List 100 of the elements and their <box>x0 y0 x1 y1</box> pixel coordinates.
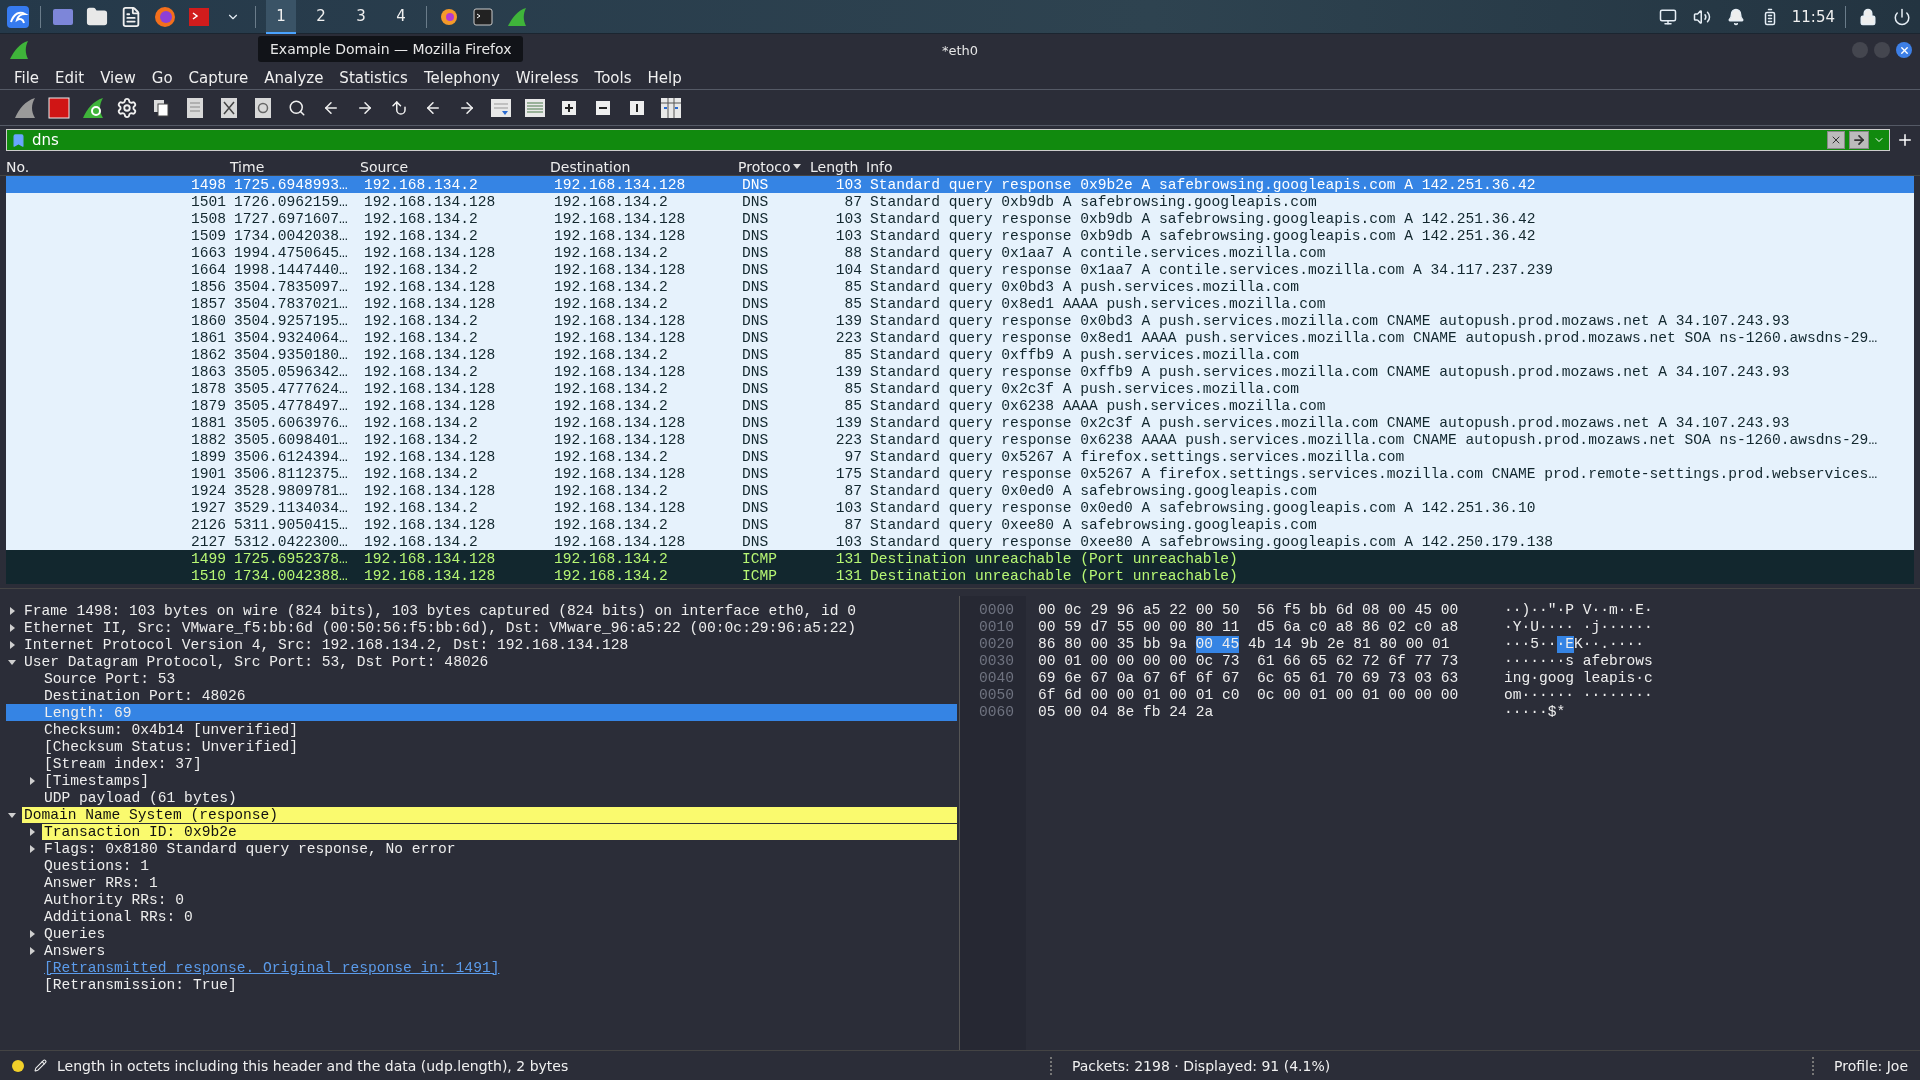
packet-row[interactable]: 1510 1734.0042388… 192.168.134.128 192.168.134.2 ICMP 131 Destination unreachable (Port unreachable) <box>6 567 1914 584</box>
packet-row[interactable]: 1879 3505.4778497… 192.168.134.128 192.168.134.2 DNS 85 Standard query 0x6238 AAAA push.services.mozilla.com <box>6 397 1914 414</box>
plus-icon[interactable] <box>1896 131 1914 149</box>
table-cell-text: 3504.7837021… <box>233 295 349 312</box>
packet-row[interactable]: 1862 3504.9350180… 192.168.134.128 192.168.134.2 DNS 85 Standard query 0xffb9 A push.services.mozilla.com <box>6 346 1914 363</box>
table-cell-text: 192.168.134.128 <box>363 482 497 499</box>
offset-label: 0010 <box>978 619 1014 636</box>
tree-row[interactable]: Answers <box>6 942 957 959</box>
column-header[interactable]: Destination <box>544 158 732 175</box>
menu-item[interactable]: File <box>8 68 46 87</box>
packet-row[interactable]: 1501 1726.0962159… 192.168.134.128 192.168.134.2 DNS 87 Standard query 0xb9db A safebrowsing.googleapis.com <box>6 193 1914 210</box>
profile-label[interactable]: Profile: Joe <box>1834 1057 1908 1074</box>
menu-item[interactable]: Telephony <box>417 68 506 87</box>
menu-item[interactable]: Edit <box>49 68 91 87</box>
table-cell-text: 85 <box>843 278 863 295</box>
tree-row[interactable]: Answer RRs: 1 <box>6 874 957 891</box>
packet-row[interactable]: 1508 1727.6971607… 192.168.134.2 192.168.134.128 DNS 103 Standard query response 0xb9db A safebrowsing.googleapis.com A 142.251.36.42 <box>6 210 1914 227</box>
shark-fin-icon[interactable] <box>12 95 37 120</box>
table-cell-text: 192.168.134.2 <box>553 397 669 414</box>
packet-row[interactable]: 1663 1994.4750645… 192.168.134.128 192.168.134.2 DNS 88 Standard query 0x1aa7 A contile.services.mozilla.com <box>6 244 1914 261</box>
packet-row[interactable]: 1899 3506.6124394… 192.168.134.128 192.168.134.2 DNS 97 Standard query 0x5267 A firefox.settings.services.mozilla.com <box>6 448 1914 465</box>
packet-row[interactable]: 2126 5311.9050415… 192.168.134.128 192.168.134.2 DNS 87 Standard query 0xee80 A safebrowsing.googleapis.com <box>6 516 1914 533</box>
packet-row[interactable]: 1878 3505.4777624… 192.168.134.128 192.168.134.2 DNS 85 Standard query 0x2c3f A push.services.mozilla.com <box>6 380 1914 397</box>
table-cell-text: Standard query 0x8ed1 AAAA push.services.mozilla.com <box>869 295 1327 312</box>
packet-row[interactable]: 1857 3504.7837021… 192.168.134.128 192.168.134.2 DNS 85 Standard query 0x8ed1 AAAA push.services.mozilla.com <box>6 295 1914 312</box>
table-cell-text: 192.168.134.128 <box>363 295 497 312</box>
packet-row[interactable]: 1861 3504.9324064… 192.168.134.2 192.168.134.128 DNS 223 Standard query response 0x8ed1 AAAA push.services.mozilla.com CNAME autopush.prod.mozaws.net SOA ns-1260.awsdns-29… <box>6 329 1914 346</box>
table-cell-text: Standard query response 0xb9db A safebrowsing.googleapis.com A 142.251.36.42 <box>869 210 1537 227</box>
browser-icon[interactable] <box>153 4 177 29</box>
workspace-button[interactable]: 3 <box>346 0 376 34</box>
workspace-button[interactable]: 1 <box>266 0 296 34</box>
ascii-text: ing·goog leapis·c <box>1504 670 1653 687</box>
packet-row[interactable]: 1664 1998.1447440… 192.168.134.2 192.168.134.128 DNS 104 Standard query response 0x1aa7 A contile.services.mozilla.com A 34.117.237.239 <box>6 261 1914 278</box>
packet-row[interactable]: 2127 5312.0422300… 192.168.134.2 192.168.134.128 DNS 103 Standard query response 0xee80 A safebrowsing.googleapis.com A 142.250.179.138 <box>6 533 1914 550</box>
packet-row[interactable]: 1882 3505.6098401… 192.168.134.2 192.168.134.128 DNS 223 Standard query response 0x6238 AAAA push.services.mozilla.com CNAME autopush.prod.mozaws.net SOA ns-1260.awsdns-29… <box>6 431 1914 448</box>
ascii-text: ·······s afebrows <box>1504 653 1653 670</box>
column-header[interactable]: Length <box>804 158 860 175</box>
packet-row[interactable]: 1860 3504.9257195… 192.168.134.2 192.168.134.128 DNS 139 Standard query response 0x0bd3 A push.services.mozilla.com CNAME autopush.prod.mozaws.net A 34.107.243.93 <box>6 312 1914 329</box>
table-cell-text: DNS <box>741 482 770 499</box>
tree-row[interactable]: Flags: 0x8180 Standard query response, No error <box>6 840 957 857</box>
packet-row[interactable]: 1856 3504.7835097… 192.168.134.128 192.168.134.2 DNS 85 Standard query 0x0bd3 A push.services.mozilla.com <box>6 278 1914 295</box>
tree-field-text: [Retransmission: True] <box>43 976 237 993</box>
tree-row[interactable]: Queries <box>6 925 957 942</box>
tree-row[interactable]: Checksum: 0x4b14 [unverified] <box>6 721 957 738</box>
resize-columns-icon[interactable] <box>658 95 683 120</box>
menu-item[interactable]: View <box>94 68 142 87</box>
menu-item[interactable]: Tools <box>588 68 638 87</box>
column-header[interactable]: Time <box>224 158 354 175</box>
table-cell-text: DNS <box>741 346 770 363</box>
menu-item[interactable]: Go <box>145 68 179 87</box>
tree-row[interactable]: Destination Port: 48026 <box>6 687 957 704</box>
packet-row[interactable]: 1881 3505.6063976… 192.168.134.2 192.168.134.128 DNS 139 Standard query response 0x2c3f A push.services.mozilla.com CNAME autopush.prod.mozaws.net A 34.107.243.93 <box>6 414 1914 431</box>
packet-row[interactable]: 1498 1725.6948993… 192.168.134.2 192.168.134.128 DNS 103 Standard query response 0x9b2e A safebrowsing.googleapis.com A 142.251.36.42 <box>6 176 1914 193</box>
packet-row[interactable]: 1927 3529.1134034… 192.168.134.2 192.168.134.128 DNS 103 Standard query response 0x0ed0 A safebrowsing.googleapis.com A 142.251.36.10 <box>6 499 1914 516</box>
menu-item[interactable]: Wireless <box>509 68 585 87</box>
menu-item[interactable]: Analyze <box>258 68 330 87</box>
menu-item[interactable]: Help <box>641 68 688 87</box>
packet-row[interactable]: 1863 3505.0596342… 192.168.134.2 192.168.134.128 DNS 139 Standard query response 0xffb9 A push.services.mozilla.com CNAME autopush.prod.mozaws.net A 34.107.243.93 <box>6 363 1914 380</box>
tree-row[interactable]: Authority RRs: 0 <box>6 891 957 908</box>
ascii-text: ·····$* <box>1504 704 1566 721</box>
table-cell-text: 1998.1447440… <box>233 261 349 278</box>
dragon-icon[interactable] <box>6 4 30 29</box>
table-cell-text: Standard query 0x2c3f A push.services.mozilla.com <box>869 380 1301 397</box>
column-header[interactable]: Protoco <box>732 158 804 175</box>
packet-row[interactable]: 1901 3506.8112375… 192.168.134.2 192.168.134.128 DNS 175 Standard query response 0x5267 A firefox.settings.services.mozilla.com CNAME prod.remote-settings.prod.webservices… <box>6 465 1914 482</box>
workspace-button[interactable]: 4 <box>386 0 416 34</box>
workspace-button[interactable]: 2 <box>306 0 336 34</box>
tree-row[interactable]: [Checksum Status: Unverified] <box>6 738 957 755</box>
packet-row[interactable]: 1924 3528.9809781… 192.168.134.128 192.168.134.2 DNS 87 Standard query 0x0ed0 A safebrowsing.googleapis.com <box>6 482 1914 499</box>
tree-link[interactable]: [Retransmitted response. Original response in: 1491] <box>42 959 500 976</box>
tree-row[interactable]: [Retransmission: True] <box>6 976 957 993</box>
tree-row[interactable]: Source Port: 53 <box>6 670 957 687</box>
tree-row[interactable]: [Timestamps] <box>6 772 957 789</box>
column-header[interactable]: Info <box>860 158 1920 175</box>
tree-field-text: Answers <box>43 942 106 959</box>
tree-row[interactable]: User Datagram Protocol, Src Port: 53, Dst Port: 48026 <box>6 653 957 670</box>
menu-item[interactable]: Statistics <box>333 68 414 87</box>
tree-row[interactable]: UDP payload (61 bytes) <box>6 789 957 806</box>
menu-item[interactable]: Capture <box>182 68 255 87</box>
tree-row[interactable]: [Stream index: 37] <box>6 755 957 772</box>
stop-icon[interactable] <box>46 95 71 120</box>
shark-fin-icon[interactable] <box>8 39 30 61</box>
column-header[interactable]: Source <box>354 158 544 175</box>
tree-field-text: Destination Port: 48026 <box>43 687 246 704</box>
tree-row[interactable]: Questions: 1 <box>6 857 957 874</box>
table-cell-text: 1994.4750645… <box>233 244 349 261</box>
hex-bytes: 05 00 04 8e fb 24 2a <box>1038 704 1214 721</box>
tree-row[interactable]: Internet Protocol Version 4, Src: 192.168.134.2, Dst: 192.168.134.128 <box>6 636 957 653</box>
packet-row[interactable]: 1509 1734.0042038… 192.168.134.2 192.168.134.128 DNS 103 Standard query response 0xb9db A safebrowsing.googleapis.com A 142.251.36.42 <box>6 227 1914 244</box>
table-cell-text: 192.168.134.2 <box>553 193 669 210</box>
restart-icon[interactable] <box>80 95 105 120</box>
tree-row[interactable]: Additional RRs: 0 <box>6 908 957 925</box>
tree-row[interactable]: [Retransmitted response. Original response in: 1491] <box>6 959 957 976</box>
packet-row[interactable]: 1499 1725.6952378… 192.168.134.128 192.168.134.2 ICMP 131 Destination unreachable (Port unreachable) <box>6 550 1914 567</box>
column-header[interactable]: No. <box>0 158 224 175</box>
edit-icon[interactable] <box>34 1059 47 1072</box>
hex-bytes: 86 80 00 35 bb 9a <box>1038 636 1187 653</box>
table-cell-text: 192.168.134.2 <box>553 567 669 584</box>
ascii-text: ··)··"·P V··m··E· <box>1504 602 1653 619</box>
table-cell-text: Standard query response 0x0bd3 A push.services.mozilla.com CNAME autopush.prod.mozaws.net A 34.107.243.93 <box>869 312 1791 329</box>
